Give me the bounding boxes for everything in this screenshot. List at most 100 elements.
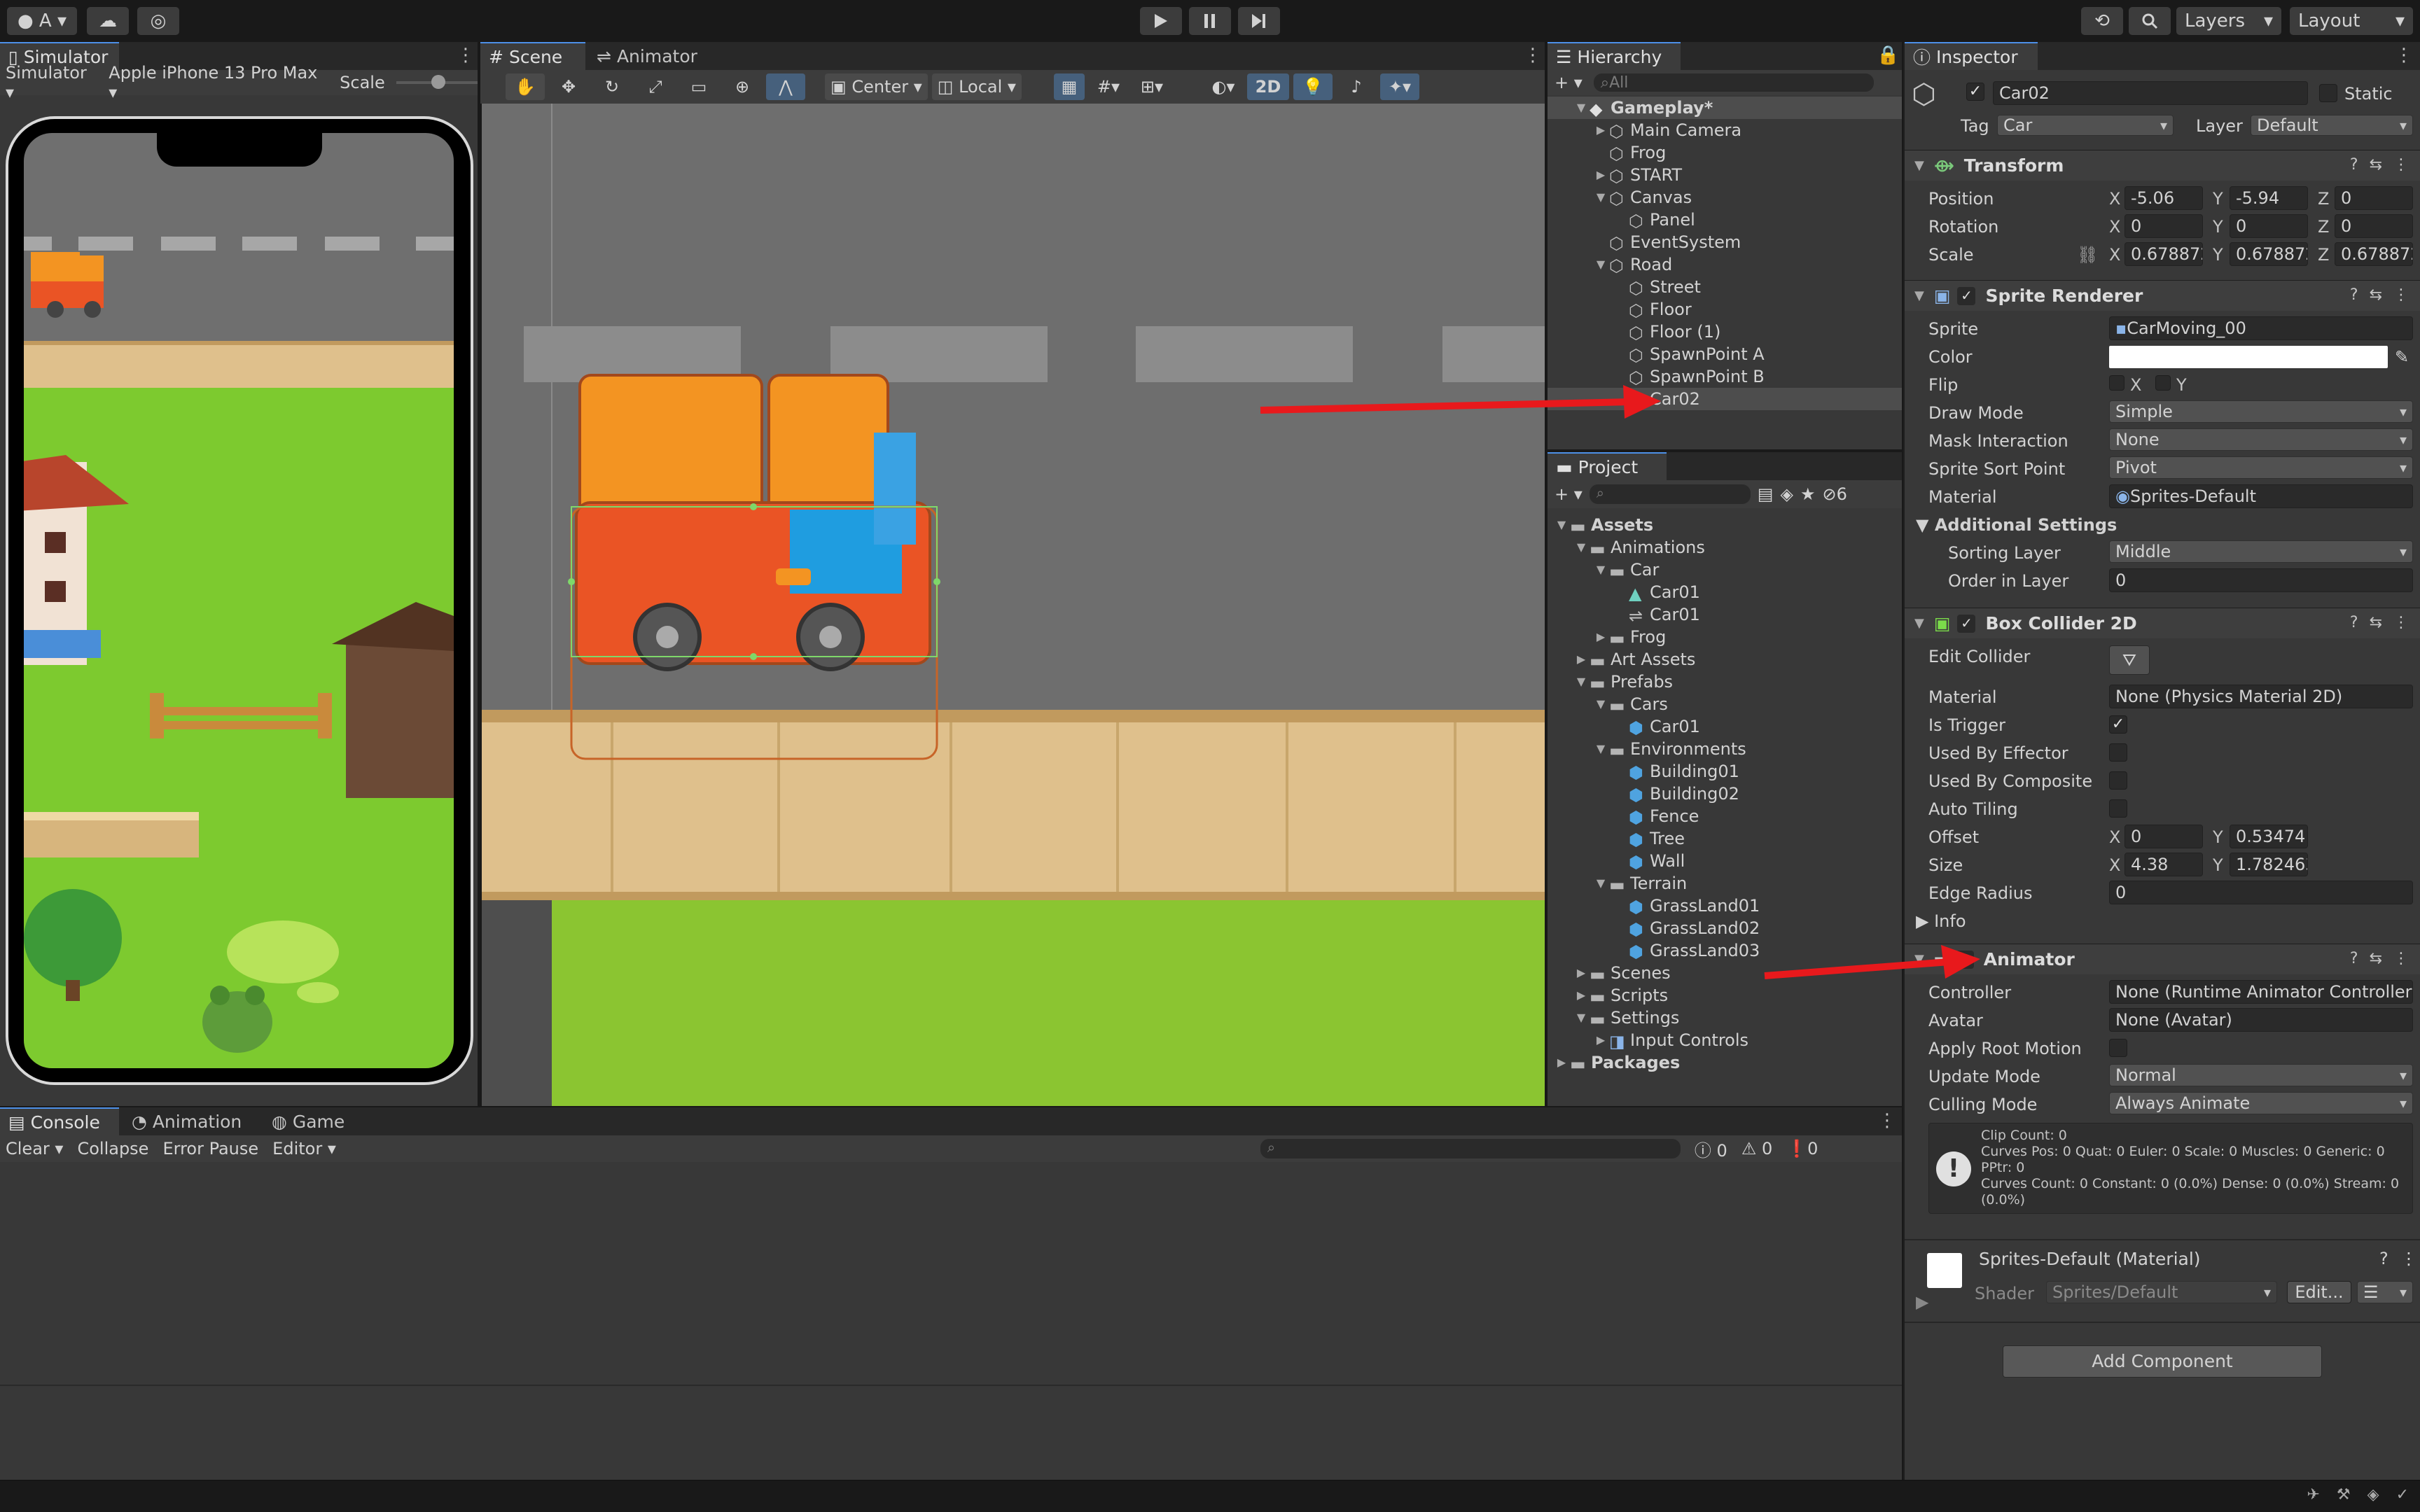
collapsed-arrow-icon[interactable]: ▶ [1573, 987, 1590, 1004]
sprite-renderer-enabled-checkbox[interactable]: ✓ [1957, 286, 1976, 305]
sprite-field[interactable]: ▪ CarMoving_00 [2109, 316, 2413, 340]
project-item[interactable]: ⬢ Car01 [1548, 715, 1902, 738]
offset-x-field[interactable]: 0 [2125, 825, 2203, 848]
scale-y-field[interactable]: 0.678872 [2230, 242, 2308, 266]
used-by-effector-checkbox[interactable] [2109, 743, 2127, 762]
project-item[interactable]: ▼ ▬ Cars [1548, 693, 1902, 715]
project-item[interactable]: ⬢ Wall [1548, 850, 1902, 872]
preset-icon[interactable]: ⇆ [2370, 950, 2382, 967]
tab-hierarchy[interactable]: ☰ Hierarchy [1548, 42, 1681, 70]
pause-button[interactable] [1189, 7, 1231, 35]
collapsed-arrow-icon[interactable]: ▶ [1553, 1054, 1570, 1071]
project-item[interactable]: ▼ ▬ Car [1548, 559, 1902, 581]
rotation-y-field[interactable]: 0 [2230, 214, 2308, 238]
rotation-x-field[interactable]: 0 [2125, 214, 2203, 238]
position-y-field[interactable]: -5.94 [2230, 186, 2308, 210]
mask-interaction-dropdown[interactable]: None [2109, 428, 2413, 451]
collapsed-arrow-icon[interactable]: ▶ [1573, 651, 1590, 668]
hierarchy-item[interactable]: ⬡ Frog [1548, 141, 1902, 164]
project-item[interactable]: ⬢ Fence [1548, 805, 1902, 827]
scene-view[interactable] [482, 104, 1545, 1106]
flip-x-checkbox[interactable] [2109, 375, 2125, 391]
auto-tiling-checkbox[interactable] [2109, 799, 2127, 818]
collapsed-arrow-icon[interactable]: ▶ [1592, 1032, 1609, 1049]
link-icon[interactable]: ⛓ [2077, 245, 2098, 265]
help-icon[interactable]: ? [2350, 286, 2358, 304]
info-count[interactable]: ⓘ 0 [1695, 1137, 1727, 1161]
search-icon[interactable] [2129, 7, 2171, 35]
error-pause-button[interactable]: Error Pause [162, 1139, 258, 1158]
grid-icon[interactable]: #▾ [1089, 74, 1128, 100]
material-help-icon[interactable]: ? [2379, 1249, 2388, 1268]
component-menu-icon[interactable]: ⋮ [2393, 614, 2409, 631]
simulator-mode-dropdown[interactable]: Simulator ▾ [6, 63, 97, 102]
favorite-icon[interactable]: ★ [1800, 484, 1816, 504]
rotate-tool-icon[interactable]: ↻ [592, 74, 632, 100]
additional-settings-foldout[interactable]: ▼ Additional Settings [1916, 515, 2117, 535]
console-menu-icon[interactable]: ⋮ [1878, 1112, 1896, 1130]
inspector-menu-icon[interactable]: ⋮ [2395, 46, 2413, 64]
project-item[interactable]: ▼ ▬ Settings [1548, 1007, 1902, 1029]
layer-dropdown[interactable]: Default [2251, 115, 2413, 136]
add-component-button[interactable]: Add Component [2003, 1345, 2322, 1378]
project-item[interactable]: ▼ ▬ Prefabs [1548, 671, 1902, 693]
warning-count[interactable]: ⚠ 0 [1741, 1139, 1772, 1158]
sprite-renderer-header[interactable]: ▼ ▣ ✓ Sprite Renderer ? ⇆ ⋮ [1905, 280, 2420, 311]
tab-project[interactable]: ▬ Project [1548, 452, 1667, 480]
add-menu-icon[interactable]: + ▾ [1555, 73, 1583, 92]
project-item[interactable]: ▲ Car01 [1548, 581, 1902, 603]
expanded-arrow-icon[interactable]: ▼ [1553, 517, 1570, 533]
expanded-arrow-icon[interactable]: ▼ [1592, 561, 1609, 578]
hierarchy-item[interactable]: ⬡ Street [1548, 276, 1902, 298]
material-menu-icon[interactable]: ⋮ [2400, 1249, 2417, 1268]
used-by-composite-checkbox[interactable] [2109, 771, 2127, 790]
shader-dropdown[interactable]: Sprites/Default [2046, 1281, 2277, 1303]
size-y-field[interactable]: 1.782463 [2230, 853, 2308, 876]
preset-icon[interactable]: ⇆ [2370, 286, 2382, 304]
collapse-button[interactable]: Collapse [77, 1139, 148, 1158]
preset-icon[interactable]: ⇆ [2370, 156, 2382, 174]
audio-icon[interactable]: ♪ [1337, 74, 1376, 100]
flip-y-checkbox[interactable] [2155, 375, 2171, 391]
project-item[interactable]: ⬢ GrassLand01 [1548, 895, 1902, 917]
project-item[interactable]: ▶ ▬ Scripts [1548, 984, 1902, 1007]
box-collider-enabled-checkbox[interactable]: ✓ [1957, 614, 1976, 633]
hierarchy-item[interactable]: ⬡ SpawnPoint A [1548, 343, 1902, 365]
layers-dropdown[interactable]: Layers ▾ [2176, 7, 2281, 35]
hierarchy-item[interactable]: ⬡ Floor [1548, 298, 1902, 321]
expanded-arrow-icon[interactable]: ▼ [1592, 256, 1609, 273]
edit-collider-button[interactable]: ⛛ [2109, 645, 2150, 675]
is-trigger-checkbox[interactable]: ✓ [2109, 715, 2127, 734]
error-count[interactable]: ❗0 [1786, 1139, 1818, 1158]
culling-mode-dropdown[interactable]: Always Animate [2109, 1092, 2413, 1114]
hierarchy-item[interactable]: ▶ ⬡ Main Camera [1548, 119, 1902, 141]
hierarchy-item[interactable]: ▶ ⬡ START [1548, 164, 1902, 186]
tab-inspector[interactable]: ⓘ Inspector [1905, 42, 2038, 70]
play-button[interactable] [1140, 7, 1182, 35]
collider-material-field[interactable]: None (Physics Material 2D) [2109, 685, 2413, 708]
add-asset-icon[interactable]: + ▾ [1555, 484, 1583, 504]
move-tool-icon[interactable]: ✥ [549, 74, 588, 100]
project-item[interactable]: ⬢ Tree [1548, 827, 1902, 850]
preset-icon[interactable]: ⇆ [2370, 614, 2382, 631]
help-icon[interactable]: ? [2350, 156, 2358, 174]
expanded-arrow-icon[interactable]: ▼ [1592, 189, 1609, 206]
help-icon[interactable]: ? [2350, 614, 2358, 631]
collab-icon[interactable]: ◎ [137, 7, 179, 35]
project-item[interactable]: ⇌ Car01 [1548, 603, 1902, 626]
tag-dropdown[interactable]: Car [1997, 115, 2174, 136]
sorting-layer-dropdown[interactable]: Middle [2109, 540, 2413, 563]
project-item[interactable]: ▶ ▬ Scenes [1548, 962, 1902, 984]
profiler-icon[interactable]: ✈ [2307, 1486, 2319, 1504]
position-z-field[interactable]: 0 [2335, 186, 2413, 210]
component-menu-icon[interactable]: ⋮ [2393, 286, 2409, 304]
hierarchy-item[interactable]: ▼ ⬡ Road [1548, 253, 1902, 276]
project-item[interactable]: ⬢ Building02 [1548, 783, 1902, 805]
update-mode-dropdown[interactable]: Normal [2109, 1064, 2413, 1086]
clear-button[interactable]: Clear ▾ [6, 1139, 63, 1158]
component-menu-icon[interactable]: ⋮ [2393, 156, 2409, 174]
animator-header[interactable]: ▼ ⇌ ✓ Animator ? ⇆ ⋮ [1905, 944, 2420, 974]
project-item[interactable]: ▶ ◨ Input Controls [1548, 1029, 1902, 1051]
project-item[interactable]: ▼ ▬ Terrain [1548, 872, 1902, 895]
hierarchy-item[interactable]: ⬡ SpawnPoint B [1548, 365, 1902, 388]
